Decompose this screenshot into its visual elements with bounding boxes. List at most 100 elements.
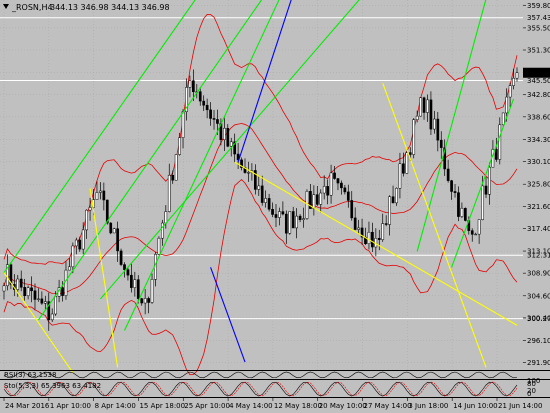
- candle-body: [164, 211, 168, 224]
- time-tick-label: 27 May 14:00: [364, 402, 412, 410]
- candle-body: [181, 111, 185, 138]
- price-tick-label: 334.30: [527, 136, 550, 144]
- candle-body: [302, 218, 305, 220]
- candle-body: [477, 219, 481, 235]
- rsi-label: RSI(3) 63.1538: [4, 371, 56, 379]
- candle-body: [388, 196, 391, 225]
- candle-body: [171, 174, 175, 181]
- candle-body: [439, 139, 443, 148]
- candle-body: [267, 198, 271, 210]
- candle-body: [81, 229, 85, 250]
- candle-body: [333, 172, 336, 179]
- candle-body: [16, 278, 20, 290]
- candle-body: [68, 266, 71, 271]
- candle-body: [281, 211, 285, 215]
- candle-body: [109, 222, 113, 234]
- candle-body: [395, 188, 398, 204]
- chart-header: _ROSN,H4 344.13 346.98 344.13 346.98: [3, 3, 170, 12]
- stoch-tick-label: 0: [527, 390, 531, 398]
- candle-body: [484, 185, 488, 195]
- candle-body: [133, 279, 137, 288]
- candle-body: [61, 287, 64, 296]
- candle-body: [398, 163, 402, 189]
- time-tick-label: 15 Apr 18:00: [139, 402, 185, 410]
- candle-body: [315, 194, 319, 205]
- candle-body: [167, 174, 171, 212]
- candle-body: [143, 298, 147, 304]
- candle-body: [505, 96, 509, 114]
- candle-body: [161, 222, 164, 239]
- candle-body: [99, 190, 102, 193]
- candle-body: [470, 230, 474, 235]
- candle-body: [501, 112, 505, 126]
- candle-body: [329, 172, 333, 196]
- candle-body: [391, 196, 395, 204]
- candle-body: [367, 231, 371, 244]
- price-tick-label: 325.80: [527, 181, 550, 189]
- level-label: 357.43: [527, 14, 550, 22]
- candle-body: [291, 211, 295, 229]
- candle-body: [415, 115, 419, 120]
- time-tick-label: 4 May 14:00: [229, 402, 273, 410]
- candle-body: [212, 118, 216, 120]
- candle-body: [264, 198, 268, 203]
- candle-body: [209, 109, 212, 119]
- time-tick-label: 21 Jun 14:00: [498, 402, 542, 410]
- time-tick-label: 20 May 10:00: [319, 402, 367, 410]
- candle-body: [119, 250, 123, 265]
- candle-body: [216, 119, 219, 124]
- candle-body: [446, 168, 450, 181]
- candle-body: [229, 141, 233, 147]
- candle-body: [336, 178, 340, 184]
- candle-body: [408, 152, 412, 155]
- candle-body: [274, 214, 278, 218]
- candle-body: [340, 182, 343, 189]
- candle-body: [30, 287, 33, 292]
- candle-body: [433, 118, 436, 130]
- candle-body: [384, 223, 388, 225]
- candle-body: [130, 274, 133, 288]
- candle-body: [402, 163, 405, 174]
- candle-body: [85, 209, 88, 231]
- candle-body: [71, 245, 75, 268]
- candle-body: [498, 124, 502, 160]
- candle-body: [412, 119, 416, 155]
- candle-body: [460, 207, 464, 217]
- price-tick-label: 342.80: [527, 91, 550, 99]
- price-tick-label: 330.10: [527, 158, 550, 166]
- candle-body: [95, 192, 99, 200]
- candle-body: [271, 209, 274, 215]
- time-tick-label: 24 Mar 2016: [5, 402, 50, 410]
- candle-body: [78, 239, 82, 250]
- candle-body: [50, 313, 54, 321]
- candle-body: [202, 100, 206, 106]
- candle-body: [508, 85, 512, 98]
- candle-body: [322, 186, 326, 194]
- candle-body: [474, 233, 478, 236]
- candle-body: [40, 298, 44, 304]
- candle-body: [457, 192, 460, 217]
- candle-body: [357, 227, 360, 230]
- candle-body: [2, 285, 6, 292]
- candle-body: [26, 287, 30, 297]
- candle-body: [205, 104, 209, 111]
- candle-body: [188, 80, 192, 88]
- candle-body: [150, 279, 154, 303]
- candle-body: [312, 194, 316, 209]
- time-tick-label: 14 Jun 10:00: [453, 402, 497, 410]
- candle-body: [450, 180, 453, 192]
- candle-body: [19, 278, 23, 288]
- candle-body: [116, 228, 119, 252]
- level-label: 300.27: [527, 315, 550, 323]
- price-tick-label: 317.40: [527, 225, 550, 233]
- level-label: 345.50: [527, 77, 550, 85]
- candle-body: [222, 127, 226, 140]
- candle-body: [23, 287, 27, 297]
- candle-body: [453, 191, 457, 193]
- candle-body: [381, 223, 385, 240]
- candle-body: [33, 290, 37, 300]
- price-chart[interactable]: 359.80 355.50 351.30 346.98 342.80 338.60 334.…: [0, 0, 550, 413]
- current-price-label: 346.98: [526, 69, 550, 77]
- candle-body: [43, 301, 47, 304]
- candle-body: [123, 264, 126, 270]
